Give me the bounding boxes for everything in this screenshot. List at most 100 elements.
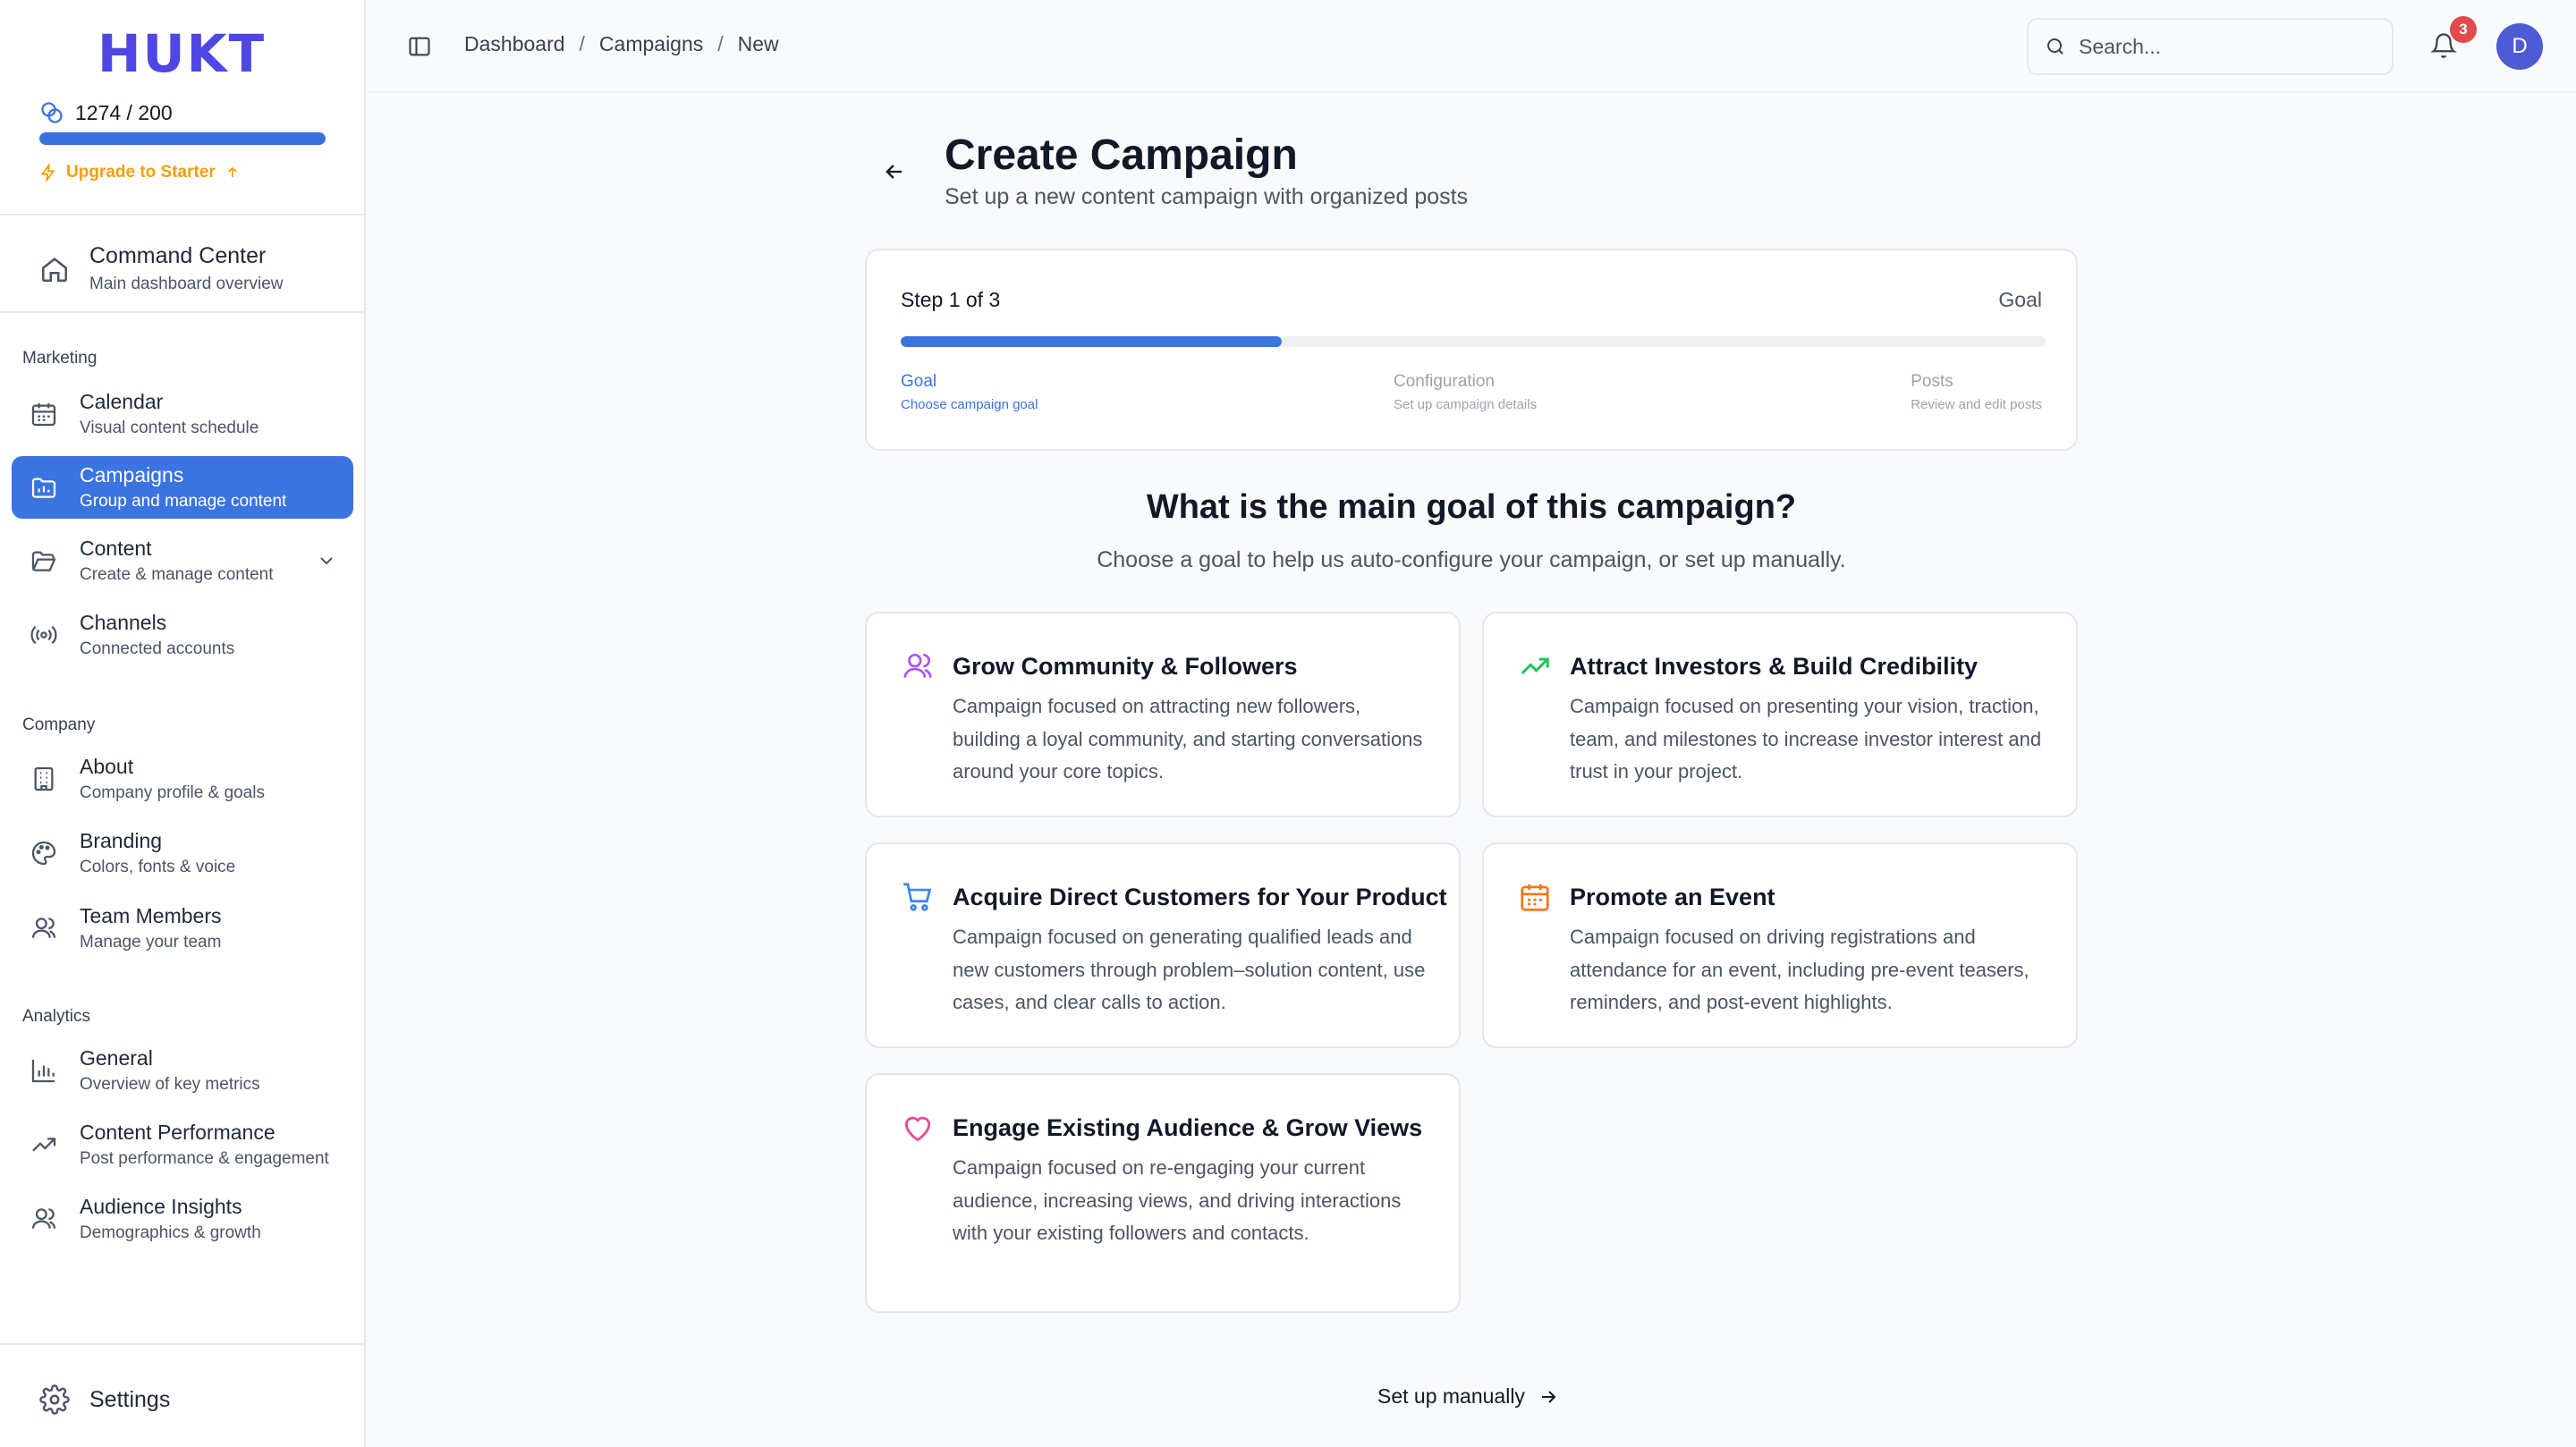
step-desc: Review and edit posts xyxy=(1911,397,2042,412)
step-progress xyxy=(901,336,2046,347)
nav-title: Content xyxy=(80,537,152,560)
gear-icon xyxy=(39,1384,70,1415)
command-center-subtitle: Main dashboard overview xyxy=(89,275,284,293)
goal-card-grow-community[interactable]: Grow Community & Followers Campaign focu… xyxy=(865,612,1461,817)
step-name: Configuration xyxy=(1394,372,1496,391)
arrow-up-icon xyxy=(225,165,241,181)
goal-description: Campaign focused on attracting new follo… xyxy=(953,695,1423,783)
avatar[interactable]: D xyxy=(2496,23,2543,70)
step-name: Posts xyxy=(1911,372,1953,391)
section-label-company: Company xyxy=(22,715,96,734)
sidebar-item-general[interactable]: General Overview of key metrics xyxy=(12,1039,353,1102)
sidebar-item-campaigns[interactable]: Campaigns Group and manage content xyxy=(12,456,353,519)
sidebar: HUKT 1274 / 200 Upgrade to Starter Comma… xyxy=(0,0,366,1447)
step-desc: Set up campaign details xyxy=(1394,397,1538,412)
chevron-down-icon[interactable] xyxy=(316,550,337,571)
step-goal: Goal Choose campaign goal xyxy=(901,372,1038,412)
campaign-folder-icon xyxy=(30,473,58,502)
section-label-marketing: Marketing xyxy=(22,349,97,368)
breadcrumb-separator: / xyxy=(579,32,585,55)
step-progress-fill xyxy=(901,336,1283,347)
goal-title: Acquire Direct Customers for Your Produc… xyxy=(953,884,1447,910)
sidebar-item-calendar[interactable]: Calendar Visual content schedule xyxy=(12,383,353,445)
nav-subtitle: Post performance & engagement xyxy=(80,1149,329,1168)
sidebar-divider xyxy=(0,214,366,216)
broadcast-icon xyxy=(30,621,58,649)
nav-title: Campaigns xyxy=(80,463,184,487)
nav-subtitle: Group and manage content xyxy=(80,492,287,511)
step-count: Step 1 of 3 xyxy=(901,288,1001,311)
home-icon xyxy=(39,254,70,284)
goal-card-engage-audience[interactable]: Engage Existing Audience & Grow Views Ca… xyxy=(865,1073,1461,1313)
step-name: Goal xyxy=(901,372,937,391)
sidebar-item-settings[interactable]: Settings xyxy=(39,1384,170,1415)
breadcrumb-current: New xyxy=(737,32,779,55)
step-desc: Choose campaign goal xyxy=(901,397,1038,412)
nav-subtitle: Demographics & growth xyxy=(80,1223,261,1242)
stepper: Step 1 of 3 Goal Goal Choose campaign go… xyxy=(865,249,2078,451)
step-configuration: Configuration Set up campaign details xyxy=(1394,372,1537,412)
nav-title: Team Members xyxy=(80,904,222,927)
sidebar-item-branding[interactable]: Branding Colors, fonts & voice xyxy=(12,822,353,884)
trending-up-icon xyxy=(1518,649,1552,683)
lightning-icon xyxy=(39,164,57,182)
breadcrumb: Dashboard / Campaigns / New xyxy=(464,32,779,56)
back-arrow-icon[interactable] xyxy=(882,159,907,184)
goal-description: Campaign focused on generating qualified… xyxy=(953,926,1426,1013)
nav-subtitle: Create & manage content xyxy=(80,565,274,584)
nav-title: About xyxy=(80,755,134,778)
goal-title: Engage Existing Audience & Grow Views xyxy=(953,1114,1423,1141)
nav-title: Audience Insights xyxy=(80,1195,242,1218)
nav-subtitle: Visual content schedule xyxy=(80,419,259,437)
sidebar-item-content[interactable]: Content Create & manage content xyxy=(12,529,353,592)
credits-icon xyxy=(39,100,64,125)
setup-manually-button[interactable]: Set up manually xyxy=(1377,1384,1559,1409)
calendar-icon xyxy=(1518,880,1552,914)
folder-open-icon xyxy=(30,546,58,575)
sidebar-item-content-performance[interactable]: Content Performance Post performance & e… xyxy=(12,1113,353,1176)
nav-title: Calendar xyxy=(80,390,164,413)
nav-subtitle: Manage your team xyxy=(80,933,222,952)
page-subtitle: Set up a new content campaign with organ… xyxy=(945,184,1469,209)
app-logo[interactable]: HUKT xyxy=(97,23,266,84)
calendar-icon xyxy=(30,400,58,428)
sidebar-item-audience-insights[interactable]: Audience Insights Demographics & growth xyxy=(12,1188,353,1250)
sidebar-divider xyxy=(0,311,366,313)
topbar: Dashboard / Campaigns / New 3 D xyxy=(368,0,2576,93)
goal-description: Campaign focused on re-engaging your cur… xyxy=(953,1156,1402,1244)
nav-subtitle: Colors, fonts & voice xyxy=(80,858,236,876)
bar-chart-icon xyxy=(30,1056,58,1085)
users-icon xyxy=(30,1205,58,1233)
heart-icon xyxy=(901,1111,935,1145)
goal-question: What is the main goal of this campaign? xyxy=(1146,488,1797,526)
settings-label: Settings xyxy=(89,1386,171,1412)
users-icon xyxy=(901,649,935,683)
credits-progress-fill xyxy=(39,132,326,145)
sidebar-item-command-center[interactable]: Command Center Main dashboard overview xyxy=(39,243,284,294)
upgrade-label: Upgrade to Starter xyxy=(66,163,216,182)
credits-progress xyxy=(39,132,326,145)
goal-card-acquire-customers[interactable]: Acquire Direct Customers for Your Produc… xyxy=(865,842,1461,1048)
sidebar-item-channels[interactable]: Channels Connected accounts xyxy=(12,604,353,666)
sidebar-toggle-icon[interactable] xyxy=(407,34,432,59)
upgrade-link[interactable]: Upgrade to Starter xyxy=(39,163,241,182)
search-input[interactable] xyxy=(2079,34,2374,59)
search-icon xyxy=(2045,36,2066,57)
sidebar-item-team-members[interactable]: Team Members Manage your team xyxy=(12,897,353,960)
sidebar-item-about[interactable]: About Company profile & goals xyxy=(12,748,353,810)
building-icon xyxy=(30,765,58,793)
nav-subtitle: Company profile & goals xyxy=(80,783,265,802)
section-label-analytics: Analytics xyxy=(22,1007,91,1026)
command-center-title: Command Center xyxy=(89,243,267,268)
goal-card-attract-investors[interactable]: Attract Investors & Build Credibility Ca… xyxy=(1482,612,2078,817)
nav-title: Content Performance xyxy=(80,1121,275,1144)
breadcrumb-campaigns[interactable]: Campaigns xyxy=(599,32,703,56)
breadcrumb-dashboard[interactable]: Dashboard xyxy=(464,32,565,56)
user-icon xyxy=(30,914,58,943)
arrow-right-icon xyxy=(1538,1386,1559,1408)
goal-card-promote-event[interactable]: Promote an Event Campaign focused on dri… xyxy=(1482,842,2078,1048)
search-box[interactable] xyxy=(2027,18,2394,75)
sidebar-divider xyxy=(0,1343,366,1345)
page-title: Create Campaign xyxy=(945,131,1298,179)
nav-title: Branding xyxy=(80,829,163,852)
